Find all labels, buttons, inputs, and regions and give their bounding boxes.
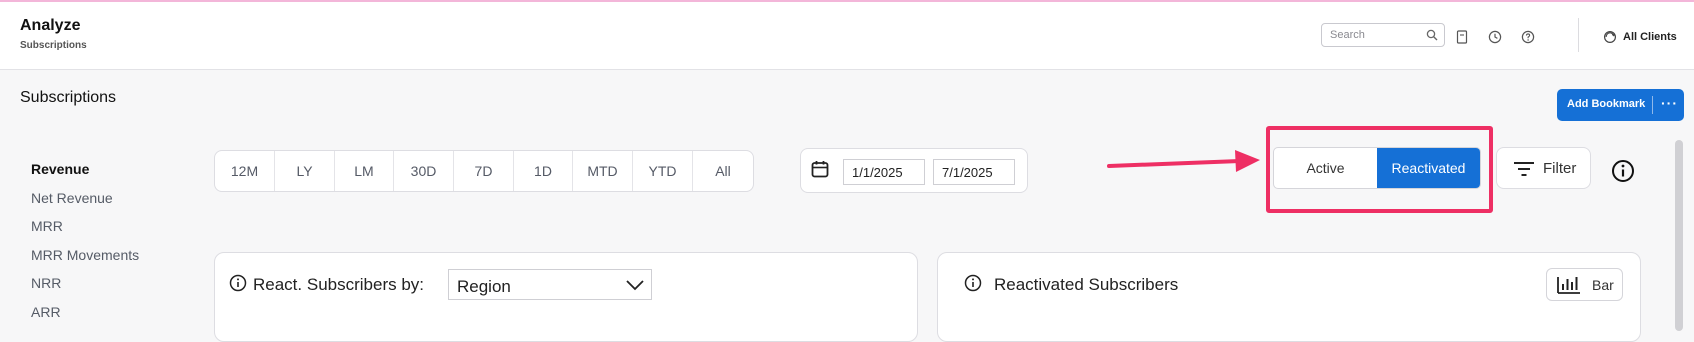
search-field[interactable] <box>1321 23 1445 47</box>
more-options-icon[interactable]: ··· <box>1661 95 1678 111</box>
end-date-input[interactable] <box>933 159 1015 185</box>
filter-button[interactable]: Filter <box>1496 147 1591 189</box>
bar-chart-icon <box>1557 277 1580 294</box>
page-title: Subscriptions <box>20 89 117 106</box>
page-scrollbar[interactable] <box>1675 140 1683 331</box>
info-icon[interactable] <box>229 274 247 292</box>
range-ly-button[interactable]: LY <box>275 151 335 191</box>
sidebar-item-revenue[interactable]: Revenue <box>31 160 139 189</box>
button-separator <box>1652 96 1653 114</box>
all-clients-label: All Clients <box>1623 31 1677 43</box>
select-value: Region <box>457 277 511 296</box>
range-30d-button[interactable]: 30D <box>394 151 454 191</box>
info-icon[interactable] <box>964 274 982 292</box>
bookmark-icon[interactable] <box>1454 29 1470 45</box>
toggle-reactivated[interactable]: Reactivated <box>1377 148 1480 188</box>
card-title: React. Subscribers by: <box>253 275 425 294</box>
range-ytd-button[interactable]: YTD <box>633 151 693 191</box>
range-12m-button[interactable]: 12M <box>215 151 275 191</box>
range-7d-button[interactable]: 7D <box>454 151 514 191</box>
sidebar-nav: Revenue Net Revenue MRR MRR Movements NR… <box>31 160 139 331</box>
add-bookmark-label: Add Bookmark <box>1567 98 1646 110</box>
range-lm-button[interactable]: LM <box>335 151 394 191</box>
sidebar-item-mrr-movements[interactable]: MRR Movements <box>31 246 139 275</box>
chevron-down-icon <box>626 280 644 291</box>
sidebar-item-net-revenue[interactable]: Net Revenue <box>31 189 139 218</box>
chart-type-label: Bar <box>1592 277 1614 293</box>
add-bookmark-button[interactable]: Add Bookmark ··· <box>1557 89 1684 121</box>
range-mtd-button[interactable]: MTD <box>573 151 633 191</box>
header-divider <box>1578 18 1579 52</box>
range-1d-button[interactable]: 1D <box>514 151 573 191</box>
search-icon <box>1426 29 1438 41</box>
subscriber-status-toggle: Active Reactivated <box>1273 147 1481 189</box>
all-clients-button[interactable]: All Clients <box>1603 28 1677 46</box>
subscribers-by-card: React. Subscribers by: Region <box>214 252 918 342</box>
calendar-icon[interactable] <box>810 159 830 179</box>
search-input[interactable] <box>1330 27 1420 43</box>
clients-icon <box>1603 30 1617 44</box>
date-range-presets: 12M LY LM 30D 7D 1D MTD YTD All <box>214 150 754 192</box>
reactivated-subscribers-card: Reactivated Subscribers Bar <box>937 252 1641 342</box>
chart-type-button[interactable]: Bar <box>1546 268 1623 301</box>
group-by-select[interactable]: Region <box>448 269 652 300</box>
sidebar-item-nrr[interactable]: NRR <box>31 274 139 303</box>
date-picker <box>800 148 1028 193</box>
range-all-button[interactable]: All <box>693 151 753 191</box>
filter-icon <box>1514 162 1534 176</box>
card-title: Reactivated Subscribers <box>994 275 1179 294</box>
app-header: Analyze Subscriptions All Clients <box>0 2 1694 70</box>
info-icon[interactable] <box>1611 159 1635 183</box>
sidebar-item-arr[interactable]: ARR <box>31 303 139 332</box>
toggle-active[interactable]: Active <box>1274 148 1377 188</box>
history-icon[interactable] <box>1487 29 1503 45</box>
start-date-input[interactable] <box>843 159 925 185</box>
help-icon[interactable] <box>1520 29 1536 45</box>
page-header-title: Analyze <box>20 17 81 34</box>
sidebar-item-mrr[interactable]: MRR <box>31 217 139 246</box>
page-header-subtitle: Subscriptions <box>20 40 87 51</box>
filter-label: Filter <box>1543 160 1577 177</box>
annotation-arrow <box>1107 150 1260 172</box>
